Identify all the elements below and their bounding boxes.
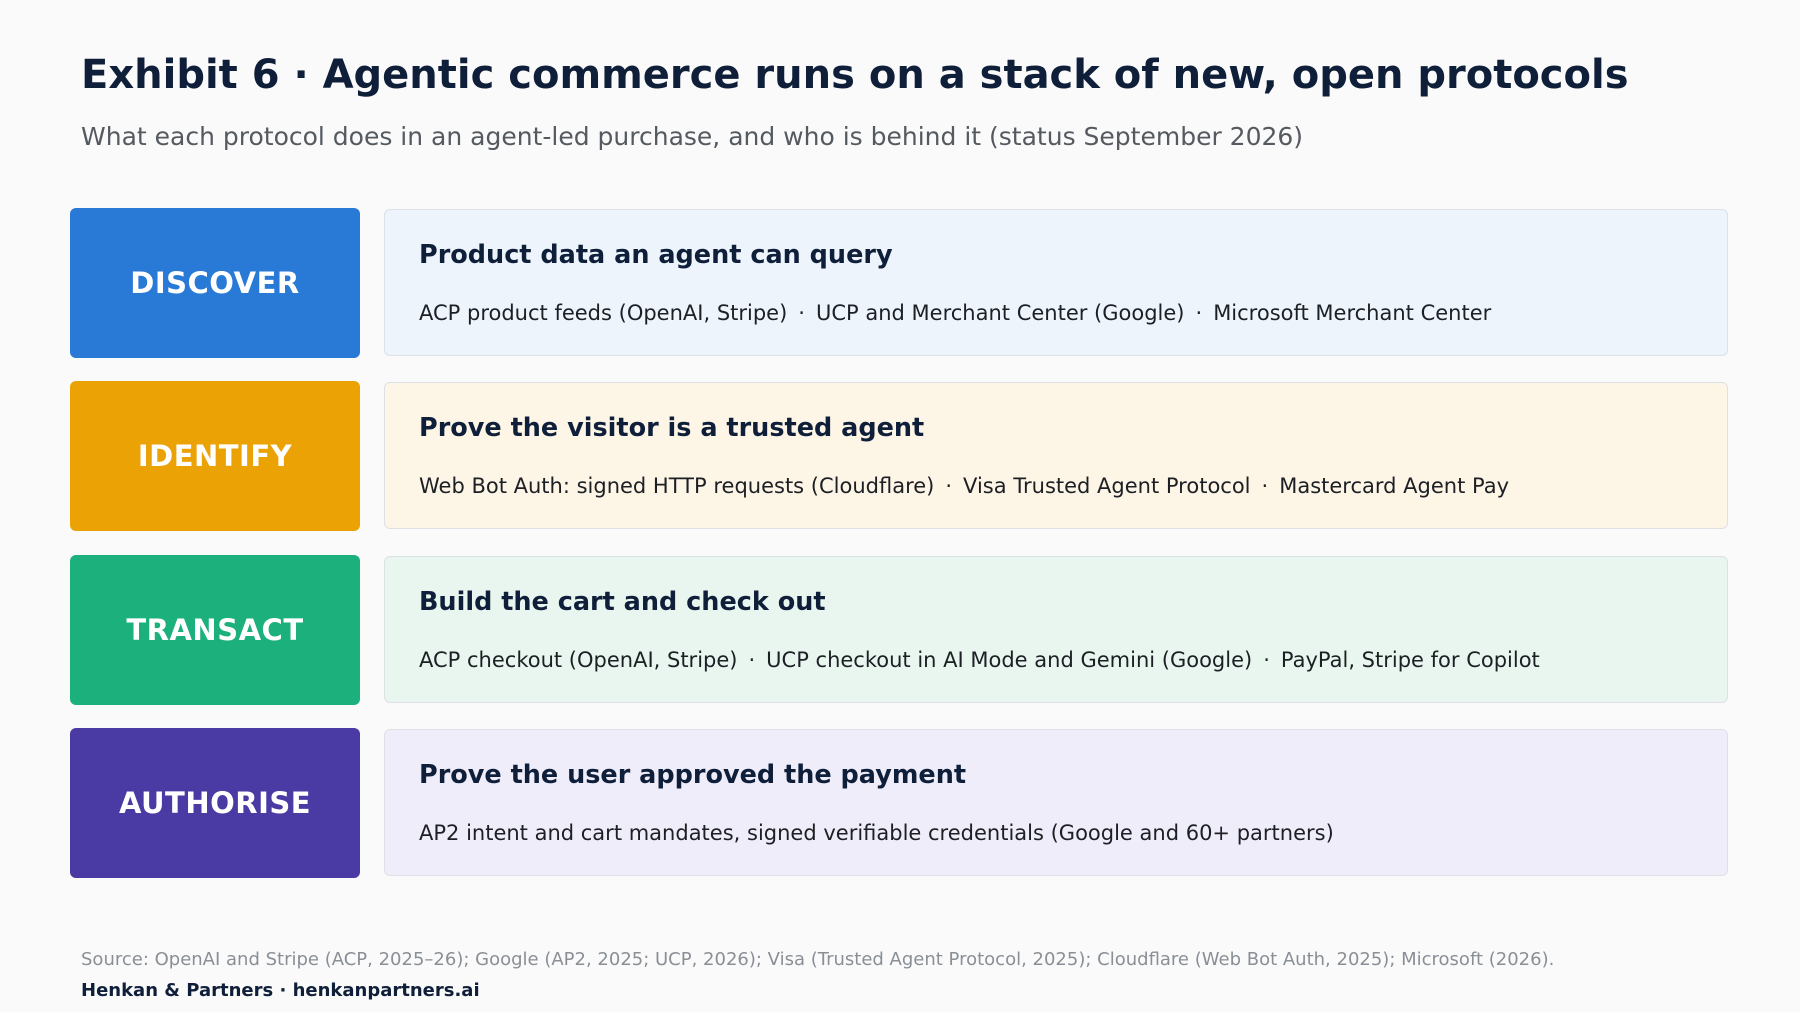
row-identify: IDENTIFY Prove the visitor is a trusted … [70, 381, 1730, 532]
protocol-item: Microsoft Merchant Center [1213, 301, 1492, 325]
protocol-item: AP2 intent and cart mandates, signed ver… [419, 820, 1334, 845]
protocol-item: PayPal, Stripe for Copilot [1280, 647, 1540, 672]
row-transact: TRANSACT Build the cart and check out AC… [70, 554, 1730, 705]
stage-label-identify: IDENTIFY [70, 381, 360, 532]
card-heading: Build the cart and check out [419, 586, 826, 617]
protocol-item: Visa Trusted Agent Protocol [963, 474, 1251, 499]
protocol-item: ACP product feeds (OpenAI, Stripe) [419, 301, 788, 325]
item-separator: · [945, 474, 953, 499]
card-heading: Prove the user approved the payment [419, 759, 967, 790]
item-separator: · [798, 301, 805, 325]
exhibit-subtitle: What each protocol does in an agent-led … [81, 122, 1304, 151]
card-heading: Prove the visitor is a trusted agent [419, 413, 925, 444]
card-transact: Build the cart and check out ACP checkou… [384, 555, 1728, 703]
card-authorise: Prove the user approved the payment AP2 … [384, 728, 1728, 876]
stage-label-transact: TRANSACT [70, 554, 360, 705]
protocol-item: ACP checkout (OpenAI, Stripe) [419, 647, 738, 672]
protocol-list: ACP checkout (OpenAI, Stripe) · UCP checko… [419, 648, 1540, 672]
card-heading: Product data an agent can query [419, 240, 893, 270]
exhibit-title: Exhibit 6 · Agentic commerce runs on a s… [81, 52, 1629, 98]
protocol-list: Web Bot Auth: signed HTTP requests (Clou… [419, 474, 1509, 498]
brand-footer: Henkan & Partners · henkanpartners.ai [81, 980, 480, 1001]
stage-label-authorise: AUTHORISE [70, 727, 360, 878]
item-separator: · [748, 647, 756, 672]
item-separator: · [1195, 301, 1203, 325]
protocol-item: Web Bot Auth: signed HTTP requests (Clou… [419, 474, 935, 499]
stage-label-discover: DISCOVER [70, 208, 360, 358]
source-note: Source: OpenAI and Stripe (ACP, 2025–26)… [81, 949, 1555, 970]
row-discover: DISCOVER Product data an agent can query… [70, 208, 1730, 358]
protocol-list: ACP product feeds (OpenAI, Stripe) · UCP a… [419, 301, 1491, 325]
item-separator: · [1263, 647, 1270, 672]
row-authorise: AUTHORISE Prove the user approved the pa… [70, 727, 1730, 878]
protocol-list: AP2 intent and cart mandates, signed ver… [419, 821, 1334, 845]
protocol-item: UCP checkout in AI Mode and Gemini (Goog… [766, 647, 1253, 672]
protocol-stack: DISCOVER Product data an agent can query… [70, 208, 1730, 901]
protocol-item: Mastercard Agent Pay [1279, 474, 1509, 499]
card-identify: Prove the visitor is a trusted agent Web… [384, 382, 1728, 530]
item-separator: · [1261, 474, 1269, 499]
protocol-item: UCP and Merchant Center (Google) [815, 301, 1185, 325]
card-discover: Product data an agent can query ACP prod… [384, 209, 1728, 356]
